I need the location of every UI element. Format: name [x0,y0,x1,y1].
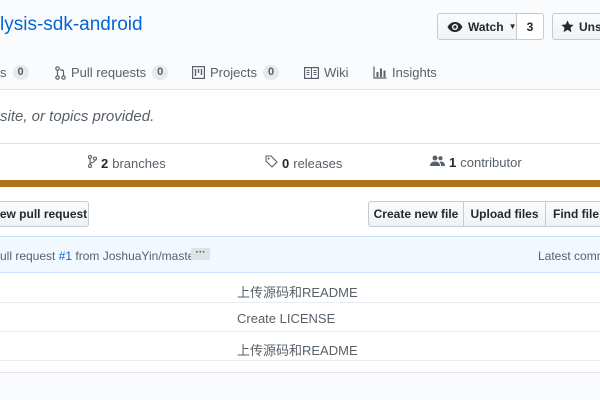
releases-label: releases [293,155,343,171]
star-icon [561,20,574,33]
branches-link[interactable]: 2 branches [87,154,166,171]
releases-link[interactable]: 0 releases [265,155,342,171]
branch-icon [87,154,98,171]
tab-counter: 0 [262,65,280,80]
file-row[interactable]: Create LICENSE [0,303,600,332]
watch-button[interactable]: Watch ▼ [437,13,517,40]
tab-wiki[interactable]: Wiki [304,65,349,80]
commit-message-prefix: ull request [0,249,59,263]
unstar-label: Unst [579,19,600,34]
new-pull-request-button[interactable]: ew pull request [0,201,89,227]
watch-label: Watch [468,19,504,34]
repo-title-link[interactable]: lysis-sdk-android [0,14,143,36]
pull-request-link[interactable]: #1 [59,249,72,263]
tab-label: Insights [392,65,437,80]
project-icon [192,66,205,79]
find-file-button[interactable]: Find file [545,201,600,227]
contributors-label: contributor [460,155,522,170]
contributors-count: 1 [449,155,457,170]
tag-icon [265,155,278,171]
pull-request-icon [55,65,66,80]
tab-pull-requests[interactable]: Pull requests 0 [55,65,169,80]
tab-label: s [0,65,7,80]
create-new-file-button[interactable]: Create new file [368,201,464,227]
tab-counter: 0 [152,65,169,80]
tab-issues[interactable]: s 0 [0,65,29,80]
repo-summary: 2 branches 0 releases 1 contributor [0,143,600,181]
latest-commit-bar: ull request #1 from JoshuaYin/master ···… [0,236,600,273]
latest-commit-label: Latest comm [538,249,600,263]
releases-count: 0 [282,155,290,171]
commit-message-suffix: from JoshuaYin/master [72,249,199,263]
readme-header-strip [0,372,600,400]
watch-count[interactable]: 3 [516,13,544,40]
language-bar[interactable] [0,180,600,187]
file-commit-message[interactable]: 上传源码和README [237,340,358,359]
file-row[interactable]: 上传源码和README [0,332,600,361]
tab-projects[interactable]: Projects 0 [192,65,280,80]
graph-icon [373,66,387,79]
tab-counter: 0 [12,65,29,80]
book-icon [304,66,319,79]
contributors-link[interactable]: 1 contributor [430,155,522,170]
tab-label: Pull requests [71,65,147,80]
eye-icon [447,21,463,33]
branches-label: branches [112,155,166,171]
tab-insights[interactable]: Insights [373,65,437,80]
unstar-button[interactable]: Unst [552,13,600,40]
file-row[interactable]: 上传源码和README [0,274,600,303]
commit-message: ull request #1 from JoshuaYin/master [0,249,198,263]
tab-label: Projects [210,65,257,80]
file-commit-message[interactable]: Create LICENSE [237,311,335,326]
file-commit-message[interactable]: 上传源码和README [237,282,358,301]
people-icon [430,155,445,170]
upload-files-button[interactable]: Upload files [463,201,546,227]
branches-count: 2 [101,155,109,171]
repo-description: site, or topics provided. [0,108,155,125]
tab-label: Wiki [324,65,349,80]
expand-commit-button[interactable]: ··· [191,248,210,260]
repo-header: lysis-sdk-android Watch ▼ 3 Unst s 0 Pul… [0,0,600,90]
